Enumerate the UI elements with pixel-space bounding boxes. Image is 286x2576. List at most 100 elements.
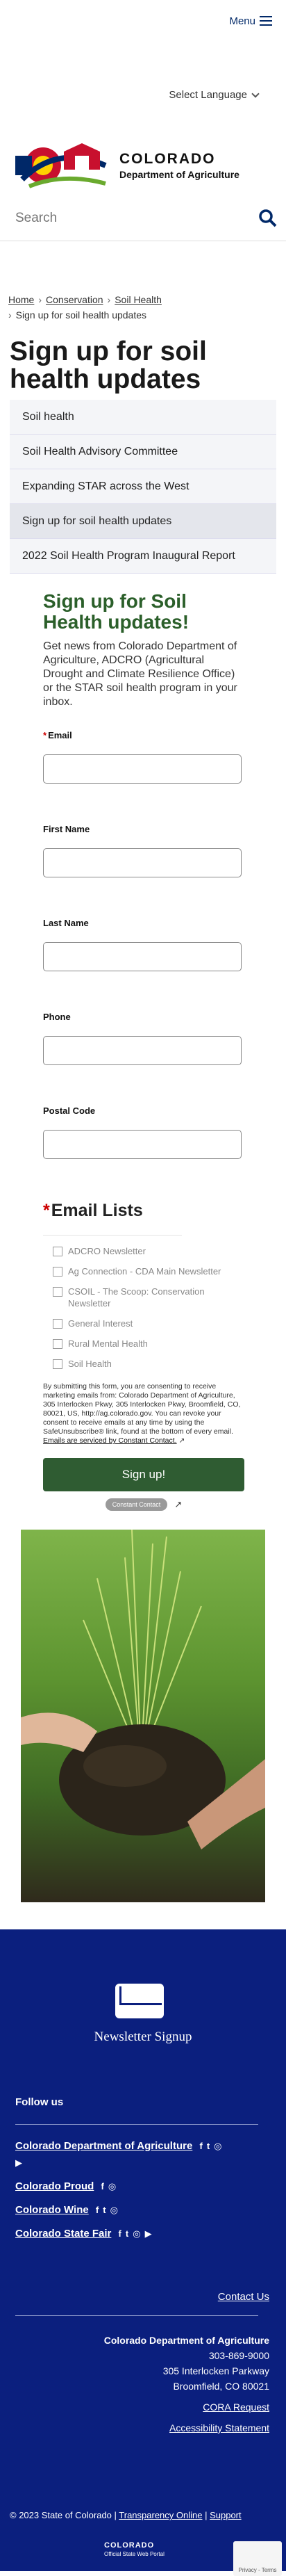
breadcrumb-separator: › bbox=[8, 309, 12, 321]
contact-us-link[interactable]: Contact Us bbox=[218, 2291, 269, 2303]
first-name-field[interactable] bbox=[43, 848, 242, 877]
section-nav: Soil health Soil Health Advisory Committ… bbox=[10, 400, 276, 574]
breadcrumb-soil-health[interactable]: Soil Health bbox=[115, 294, 162, 305]
divider bbox=[15, 2315, 258, 2316]
facebook-icon[interactable]: f bbox=[199, 2138, 202, 2155]
list-item[interactable]: Soil Health bbox=[53, 1358, 244, 1370]
breadcrumb-conservation[interactable]: Conservation bbox=[46, 294, 103, 305]
social-row: Colorado State Fair f t ◎ ▶ bbox=[15, 2226, 272, 2242]
soil-photo bbox=[21, 1530, 265, 1902]
breadcrumb-separator: › bbox=[38, 294, 42, 305]
postal-code-field[interactable] bbox=[43, 1130, 242, 1159]
colorado-portal-logo[interactable]: COLORADO Official State Web Portal bbox=[104, 2541, 165, 2558]
constant-contact-link[interactable]: Emails are serviced by Constant Contact. bbox=[43, 1436, 177, 1445]
subnav-item-expanding-star[interactable]: Expanding STAR across the West bbox=[10, 469, 276, 504]
first-name-label: First Name bbox=[43, 824, 90, 834]
follow-us-heading: Follow us bbox=[15, 2096, 64, 2108]
instagram-icon[interactable]: ◎ bbox=[110, 2202, 118, 2219]
required-marker: * bbox=[43, 1201, 50, 1220]
twitter-icon[interactable]: t bbox=[103, 2202, 106, 2219]
subnav-item-soil-health[interactable]: Soil health bbox=[10, 400, 276, 435]
required-marker: * bbox=[43, 730, 47, 740]
social-row: Colorado Wine f t ◎ bbox=[15, 2202, 272, 2219]
site-logo[interactable]: COLORADO Department of Agriculture bbox=[15, 138, 239, 193]
search-bar bbox=[15, 209, 278, 228]
chevron-down-icon bbox=[251, 89, 260, 98]
menu-label: Menu bbox=[229, 15, 255, 27]
language-select[interactable]: Select Language bbox=[169, 89, 260, 101]
twitter-icon[interactable]: t bbox=[207, 2138, 210, 2155]
instagram-icon[interactable]: ◎ bbox=[133, 2226, 140, 2242]
support-link[interactable]: Support bbox=[210, 2510, 242, 2520]
sign-up-button[interactable]: Sign up! bbox=[43, 1458, 244, 1491]
contact-address: Colorado Department of Agriculture 303-8… bbox=[104, 2333, 269, 2436]
social-link-colorado-proud[interactable]: Colorado Proud bbox=[15, 2180, 94, 2192]
email-field[interactable] bbox=[43, 754, 242, 784]
subnav-item-inaugural-report[interactable]: 2022 Soil Health Program Inaugural Repor… bbox=[10, 539, 276, 574]
checkbox[interactable] bbox=[53, 1247, 62, 1256]
postal-code-field-group: Postal Code bbox=[43, 1105, 244, 1159]
first-name-field-group: First Name bbox=[43, 824, 244, 877]
envelope-icon[interactable] bbox=[115, 1984, 164, 2018]
social-row: Colorado Proud f ◎ bbox=[15, 2178, 272, 2195]
checkbox[interactable] bbox=[53, 1359, 62, 1369]
accessibility-link[interactable]: Accessibility Statement bbox=[169, 2422, 269, 2433]
language-label: Select Language bbox=[169, 89, 247, 101]
newsletter-signup-link[interactable]: Newsletter Signup bbox=[0, 2030, 286, 2045]
list-item[interactable]: CSOIL - The Scoop: Conservation Newslett… bbox=[53, 1286, 244, 1309]
facebook-icon[interactable]: f bbox=[101, 2178, 104, 2195]
breadcrumb-home[interactable]: Home bbox=[8, 294, 34, 305]
checkbox[interactable] bbox=[53, 1267, 62, 1277]
youtube-icon[interactable]: ▶ bbox=[145, 2226, 152, 2242]
breadcrumb-current: Sign up for soil health updates bbox=[15, 309, 147, 321]
list-item[interactable]: ADCRO Newsletter bbox=[53, 1245, 244, 1257]
subnav-item-sign-up[interactable]: Sign up for soil health updates bbox=[10, 504, 276, 539]
external-link-icon: ↗ bbox=[178, 1436, 185, 1445]
instagram-icon[interactable]: ◎ bbox=[214, 2138, 221, 2155]
form-title: Sign up for Soil Health updates! bbox=[43, 590, 190, 633]
subnav-item-advisory-committee[interactable]: Soil Health Advisory Committee bbox=[10, 435, 276, 469]
consent-text: By submitting this form, you are consent… bbox=[43, 1382, 241, 1445]
list-item[interactable]: Rural Mental Health bbox=[53, 1338, 244, 1350]
social-row: Colorado Department of Agriculture f t ◎ ▶ bbox=[15, 2138, 272, 2171]
social-link-state-fair[interactable]: Colorado State Fair bbox=[15, 2228, 111, 2239]
facebook-icon[interactable]: f bbox=[96, 2202, 99, 2219]
divider bbox=[15, 2124, 258, 2125]
hamburger-icon bbox=[260, 16, 272, 26]
logo-subtitle: Department of Agriculture bbox=[119, 169, 239, 180]
page-title: Sign up for soil health updates bbox=[10, 337, 207, 394]
search-input[interactable] bbox=[15, 211, 224, 226]
external-link-icon: ↗ bbox=[174, 1499, 183, 1509]
cora-request-link[interactable]: CORA Request bbox=[203, 2401, 269, 2413]
cda-logo-icon bbox=[15, 138, 112, 193]
org-name: Colorado Department of Agriculture bbox=[103, 2335, 269, 2346]
facebook-icon[interactable]: f bbox=[119, 2226, 121, 2242]
breadcrumb: Home › Conservation › Soil Health › Sign up f… bbox=[8, 292, 279, 323]
constant-contact-logo[interactable]: Constant Contact bbox=[105, 1498, 168, 1511]
checkbox[interactable] bbox=[53, 1287, 62, 1297]
social-links: Colorado Department of Agriculture f t ◎ ▶ … bbox=[15, 2138, 272, 2249]
instagram-icon[interactable]: ◎ bbox=[108, 2178, 116, 2195]
checkbox[interactable] bbox=[53, 1339, 62, 1349]
youtube-icon[interactable]: ▶ bbox=[15, 2155, 22, 2171]
last-name-field[interactable] bbox=[43, 942, 242, 971]
social-link-cda[interactable]: Colorado Department of Agriculture bbox=[15, 2140, 192, 2152]
last-name-field-group: Last Name bbox=[43, 918, 244, 971]
last-name-label: Last Name bbox=[43, 918, 89, 928]
social-link-colorado-wine[interactable]: Colorado Wine bbox=[15, 2204, 89, 2216]
search-icon[interactable] bbox=[258, 209, 278, 228]
checkbox[interactable] bbox=[53, 1319, 62, 1329]
menu-button[interactable]: Menu bbox=[229, 15, 272, 27]
breadcrumb-separator: › bbox=[107, 294, 111, 305]
street-address: 305 Interlocken Parkway bbox=[162, 2365, 269, 2376]
phone-field[interactable] bbox=[43, 1036, 242, 1065]
list-item[interactable]: General Interest bbox=[53, 1318, 244, 1329]
list-item[interactable]: Ag Connection - CDA Main Newsletter bbox=[53, 1265, 244, 1277]
twitter-icon[interactable]: t bbox=[126, 2226, 128, 2242]
constant-contact-badge: Constant Contact ↗ bbox=[43, 1498, 244, 1511]
postal-code-label: Postal Code bbox=[43, 1105, 96, 1116]
transparency-link[interactable]: Transparency Online bbox=[119, 2510, 202, 2520]
email-lists: ADCRO Newsletter Ag Connection - CDA Mai… bbox=[43, 1245, 244, 1370]
email-field-group: * Email bbox=[43, 730, 244, 784]
site-footer: Newsletter Signup Follow us Colorado Dep… bbox=[0, 1929, 286, 2576]
